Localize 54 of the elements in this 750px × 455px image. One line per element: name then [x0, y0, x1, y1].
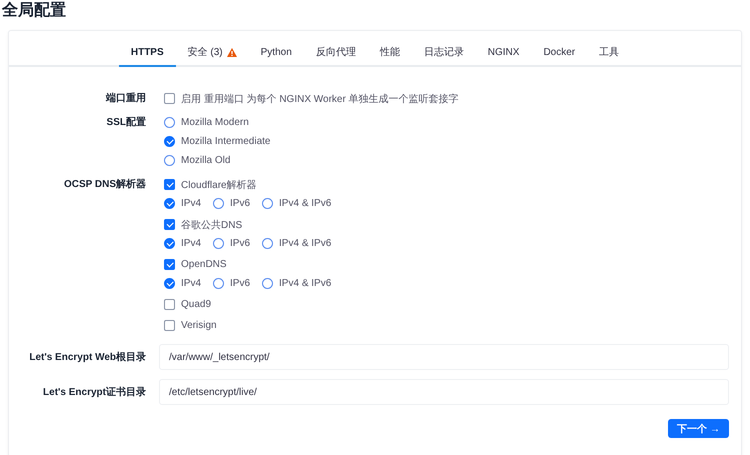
- radio-button[interactable]: [213, 198, 224, 209]
- radio-button[interactable]: [262, 198, 274, 209]
- checkbox[interactable]: [164, 320, 175, 331]
- radio-button[interactable]: [164, 155, 175, 166]
- next-button[interactable]: 下一个 →: [668, 419, 729, 438]
- tab[interactable]: 性能: [368, 45, 412, 67]
- radio-button[interactable]: [164, 278, 175, 289]
- option-label: OpenDNS: [181, 259, 227, 270]
- input-field[interactable]: /etc/letsencrypt/live/: [159, 379, 729, 405]
- option-label: IPv4 & IPv6: [279, 238, 332, 249]
- option-label: 启用 重用端口 为每个 NGINX Worker 单独生成一个监听套接字: [181, 92, 459, 106]
- field-label: Let's Encrypt Web根目录: [29, 350, 146, 364]
- input-field[interactable]: /var/www/_letsencrypt/: [159, 344, 729, 370]
- checkbox[interactable]: [164, 93, 175, 104]
- option-label: IPv4 & IPv6: [279, 198, 332, 209]
- option-label: IPv4: [181, 238, 202, 249]
- option-label: Cloudflare解析器: [181, 178, 257, 192]
- checkbox[interactable]: [164, 179, 175, 190]
- radio-button[interactable]: [262, 278, 274, 289]
- option-label: Verisign: [181, 320, 217, 331]
- tab[interactable]: Python: [248, 45, 304, 67]
- tab[interactable]: HTTPS: [118, 45, 176, 67]
- option-label: Quad9: [181, 299, 212, 310]
- option-label: IPv4: [181, 278, 202, 289]
- tab[interactable]: Docker: [531, 45, 588, 67]
- checkbox[interactable]: [164, 259, 175, 270]
- radio-button[interactable]: [164, 117, 175, 128]
- option-label: Mozilla Intermediate: [181, 136, 270, 147]
- field-label: 端口重用: [106, 92, 146, 106]
- tab[interactable]: NGINX: [476, 45, 532, 67]
- tab[interactable]: 工具: [587, 45, 632, 67]
- field-label: Let's Encrypt证书目录: [43, 386, 146, 399]
- option-label: IPv4 & IPv6: [279, 278, 332, 289]
- option-label: IPv6: [230, 278, 250, 289]
- radio-button[interactable]: [262, 238, 274, 249]
- tab[interactable]: 安全 (3): [176, 45, 249, 67]
- radio-button[interactable]: [164, 198, 175, 209]
- radio-button[interactable]: [164, 136, 175, 147]
- radio-button[interactable]: [213, 238, 224, 249]
- option-label: IPv6: [230, 238, 250, 249]
- radio-button[interactable]: [164, 238, 175, 249]
- option-label: IPv4: [181, 198, 202, 209]
- checkbox[interactable]: [164, 299, 175, 310]
- option-label: Mozilla Old: [181, 155, 230, 166]
- option-label: Mozilla Modern: [181, 117, 249, 128]
- page-title: 全局配置: [2, 0, 67, 21]
- field-label: SSL配置: [106, 116, 146, 130]
- tab[interactable]: 反向代理: [304, 45, 368, 67]
- tab[interactable]: 日志记录: [412, 45, 476, 67]
- option-label: 谷歌公共DNS: [181, 218, 242, 232]
- checkbox[interactable]: [164, 219, 175, 230]
- field-label: OCSP DNS解析器: [64, 178, 146, 192]
- radio-button[interactable]: [213, 278, 224, 289]
- option-label: IPv6: [230, 198, 250, 209]
